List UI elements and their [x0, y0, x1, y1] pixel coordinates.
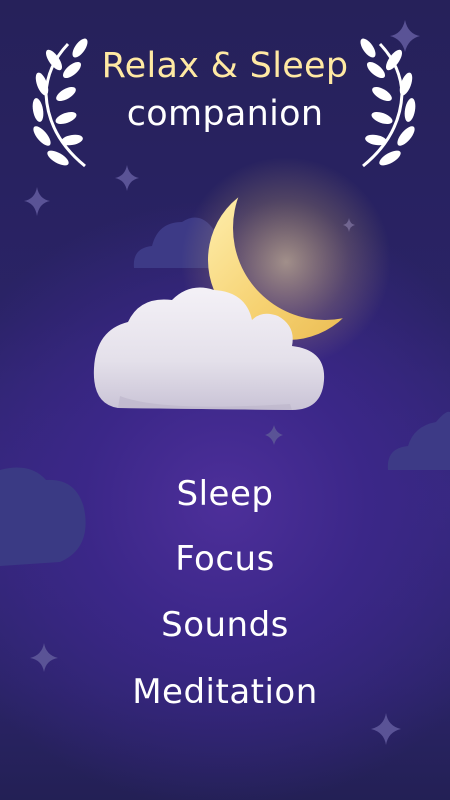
menu-item-sounds[interactable]: Sounds — [0, 605, 450, 645]
menu-item-meditation[interactable]: Meditation — [0, 672, 450, 712]
title-line-relax-sleep: Relax & Sleep — [101, 46, 349, 86]
menu-item-focus[interactable]: Focus — [0, 539, 450, 579]
app-title: Relax & Sleep companion — [85, 42, 365, 138]
menu-item-sleep[interactable]: Sleep — [0, 474, 450, 514]
app-screen: Relax & Sleep companion Sleep Focus Soun… — [0, 0, 450, 800]
title-line-companion: companion — [126, 94, 324, 134]
